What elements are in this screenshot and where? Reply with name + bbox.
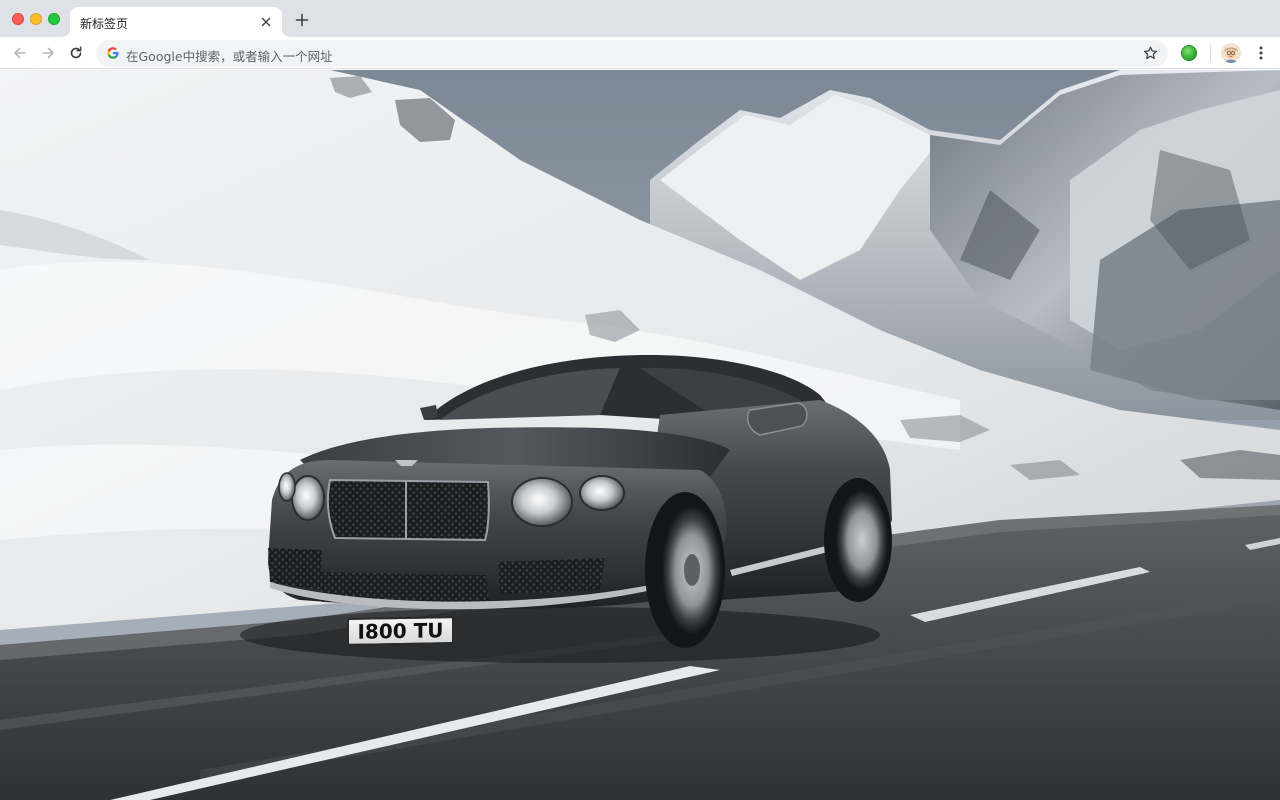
close-icon[interactable] (258, 14, 274, 30)
tab-title: 新标签页 (80, 17, 129, 31)
wallpaper-image (0, 70, 1280, 800)
window-close-button[interactable] (12, 13, 24, 25)
toolbar-divider (1210, 44, 1211, 62)
browser-toolbar: 在Google中搜索，或者输入一个网址 (0, 37, 1280, 69)
tab-strip: 新标签页 (0, 0, 1280, 37)
license-plate: I800 TU (347, 616, 454, 646)
more-vert-icon[interactable] (1252, 44, 1270, 62)
arrow-left-icon[interactable] (11, 44, 29, 62)
window-minimize-button[interactable] (30, 13, 42, 25)
plus-icon[interactable] (294, 12, 310, 28)
arrow-right-icon[interactable] (39, 44, 57, 62)
bookmark-star-icon[interactable] (1142, 45, 1159, 62)
omnibox-placeholder: 在Google中搜索，或者输入一个网址 (126, 49, 333, 64)
window-zoom-button[interactable] (48, 13, 60, 25)
profile-avatar-icon[interactable] (1221, 43, 1241, 63)
address-bar[interactable]: 在Google中搜索，或者输入一个网址 (96, 40, 1168, 67)
new-tab-page: I800 TU (0, 70, 1280, 800)
tab-new-tab[interactable]: 新标签页 (70, 7, 282, 37)
extension-icon[interactable] (1181, 45, 1197, 61)
reload-icon[interactable] (67, 44, 85, 62)
google-g-icon (107, 47, 119, 59)
